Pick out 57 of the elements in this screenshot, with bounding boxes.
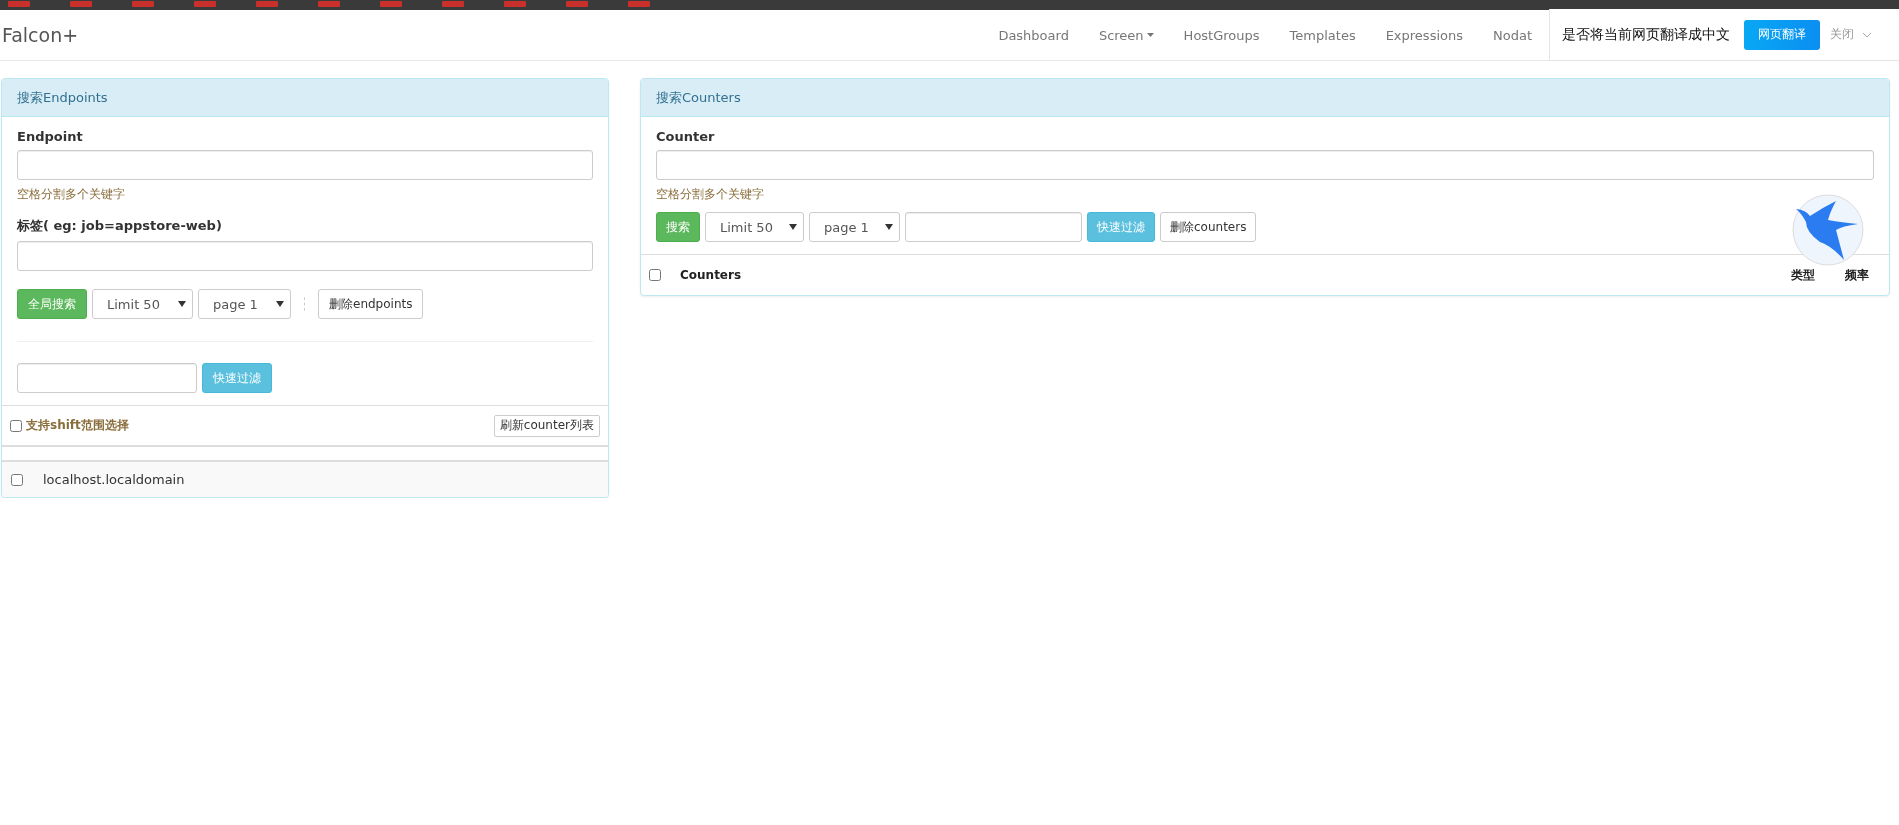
- bird-logo-icon[interactable]: [1792, 194, 1864, 266]
- tab-favicon-icon: [256, 1, 278, 7]
- checkbox[interactable]: [649, 269, 661, 281]
- panel-title: 搜索Endpoints: [17, 88, 108, 107]
- page-select[interactable]: page 1: [809, 212, 900, 242]
- limit-select[interactable]: Limit 50: [705, 212, 804, 242]
- caret-icon: [885, 224, 893, 230]
- brand-logo[interactable]: Falcon+: [0, 24, 79, 46]
- tab-favicon-icon: [8, 1, 30, 7]
- search-button[interactable]: 搜索: [656, 212, 700, 242]
- refresh-button[interactable]: 刷新counter列表: [493, 414, 600, 437]
- tags-input[interactable]: [17, 241, 593, 271]
- tab-favicon-icon: [628, 1, 650, 7]
- tab-favicon-icon: [566, 1, 588, 7]
- nav-link[interactable]: HostGroups: [1168, 27, 1275, 43]
- tab-favicon-icon: [194, 1, 216, 7]
- field-label: 标签( eg: job=appstore-web): [17, 217, 223, 235]
- column-header: Counters: [680, 268, 743, 282]
- caret-icon: [178, 301, 186, 307]
- caret-icon: [1146, 33, 1154, 37]
- limit-select[interactable]: Limit 50: [92, 289, 193, 319]
- help-text: 空格分割多个关键字: [17, 186, 126, 203]
- column-header: 类型: [1791, 266, 1815, 284]
- tab-favicon-icon: [132, 1, 154, 7]
- close-link[interactable]: 关闭: [1830, 26, 1854, 43]
- filter-input[interactable]: [17, 363, 197, 393]
- counter-input[interactable]: [656, 150, 1874, 180]
- filter-input[interactable]: [905, 212, 1082, 242]
- field-label: Counter: [656, 129, 716, 144]
- tab-favicon-icon: [318, 1, 340, 7]
- tab-favicon-icon: [442, 1, 464, 7]
- nav-link[interactable]: Screen: [1083, 27, 1169, 43]
- delete-counters-button[interactable]: 删除counters: [1160, 212, 1257, 242]
- column-header: 频率: [1845, 266, 1869, 284]
- tab-favicon-icon: [70, 1, 92, 7]
- chevron-down-icon[interactable]: [1862, 31, 1872, 38]
- nav-link[interactable]: Templates: [1274, 27, 1371, 43]
- translate-prompt: 是否将当前网页翻译成中文: [1562, 25, 1730, 44]
- tab-favicon-icon: [380, 1, 402, 7]
- nav-link[interactable]: Nodat: [1478, 27, 1547, 43]
- tab-favicon-icon: [504, 1, 526, 7]
- nav-link[interactable]: Dashboard: [983, 27, 1084, 43]
- delete-endpoints-button[interactable]: 删除endpoints: [318, 289, 424, 319]
- global-search-button[interactable]: 全局搜索: [17, 289, 87, 319]
- page-select[interactable]: page 1: [198, 289, 291, 319]
- endpoint-name: localhost.localdomain: [43, 472, 185, 487]
- help-text: 空格分割多个关键字: [656, 186, 765, 203]
- panel-title: 搜索Counters: [656, 88, 741, 107]
- endpoint-input[interactable]: [17, 150, 593, 180]
- checkbox-label: 支持shift范围选择: [26, 417, 129, 434]
- checkbox[interactable]: [10, 419, 22, 432]
- nav-link[interactable]: Expressions: [1370, 27, 1478, 43]
- translate-button[interactable]: 网页翻译: [1744, 19, 1820, 50]
- caret-icon: [789, 224, 797, 230]
- checkbox[interactable]: [11, 473, 23, 486]
- caret-icon: [276, 301, 284, 307]
- field-label: Endpoint: [17, 129, 84, 144]
